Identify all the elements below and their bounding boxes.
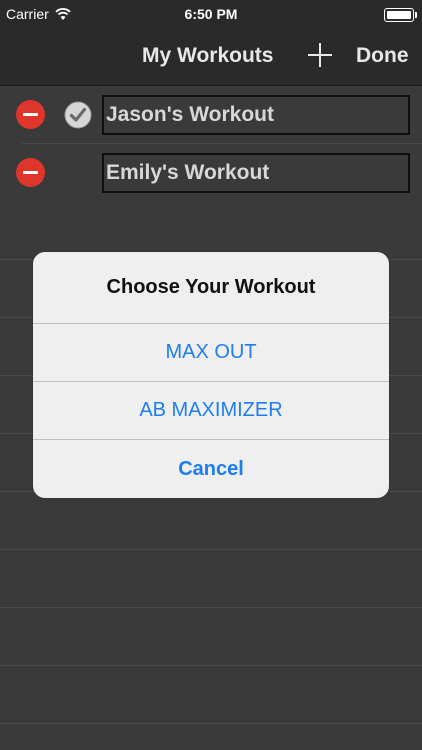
plus-icon bbox=[308, 43, 332, 67]
done-button[interactable]: Done bbox=[356, 44, 409, 68]
workout-list: Jason's Workout Emily's Workout bbox=[0, 86, 422, 202]
delete-icon[interactable] bbox=[16, 100, 45, 129]
navigation-bar: My Workouts Done bbox=[0, 30, 422, 86]
status-time: 6:50 PM bbox=[184, 6, 238, 22]
empty-row bbox=[0, 550, 422, 608]
alert-option-max-out[interactable]: MAX OUT bbox=[33, 324, 389, 382]
workout-row: Jason's Workout bbox=[0, 86, 422, 144]
checkmark-icon[interactable] bbox=[64, 101, 92, 129]
empty-row bbox=[0, 492, 422, 550]
battery-icon bbox=[384, 8, 417, 22]
workout-row: Emily's Workout bbox=[0, 144, 422, 202]
alert-cancel-button[interactable]: Cancel bbox=[33, 440, 389, 498]
empty-row bbox=[0, 666, 422, 724]
alert-option-ab-maximizer[interactable]: AB MAXIMIZER bbox=[33, 382, 389, 440]
alert-title: Choose Your Workout bbox=[33, 252, 389, 324]
add-workout-button[interactable] bbox=[304, 38, 336, 72]
status-bar: Carrier 6:50 PM bbox=[0, 0, 422, 30]
delete-icon[interactable] bbox=[16, 158, 45, 187]
empty-row bbox=[0, 608, 422, 666]
choose-workout-alert: Choose Your Workout MAX OUT AB MAXIMIZER… bbox=[33, 252, 389, 498]
workout-name-field[interactable]: Emily's Workout bbox=[102, 153, 410, 193]
page-title: My Workouts bbox=[142, 44, 274, 67]
workout-name-field[interactable]: Jason's Workout bbox=[102, 95, 410, 135]
